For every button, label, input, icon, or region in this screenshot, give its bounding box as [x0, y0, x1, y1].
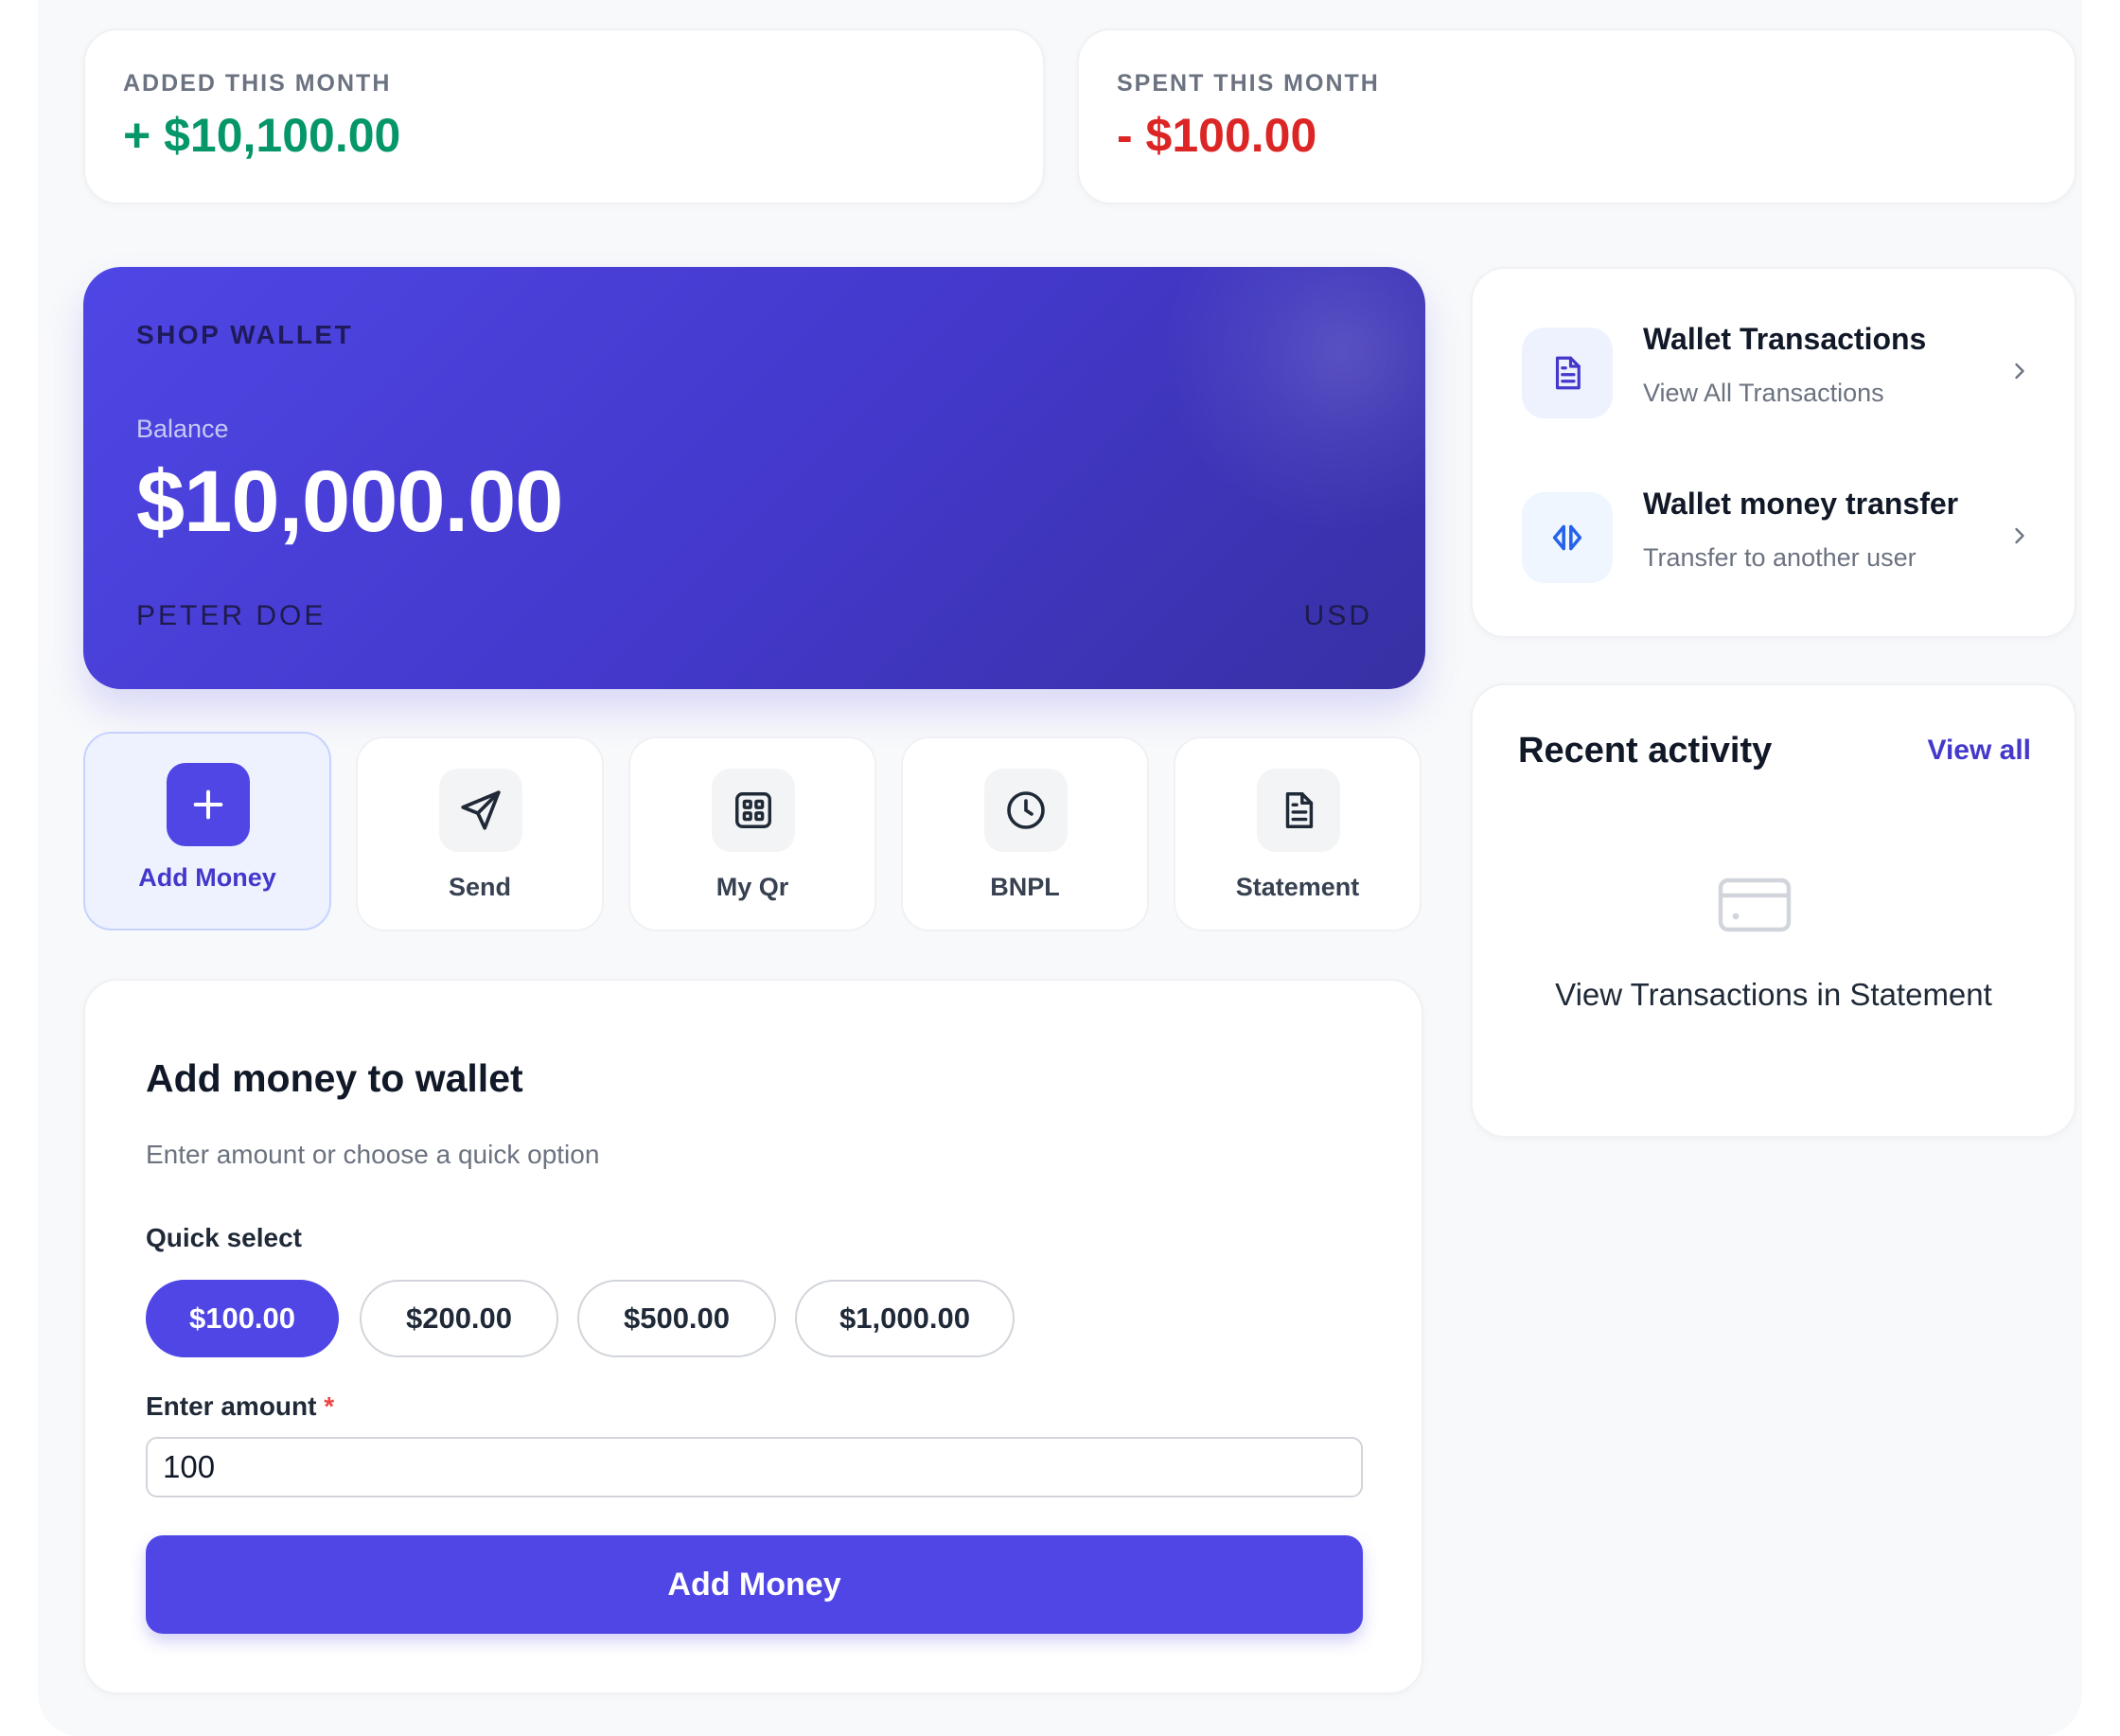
bnpl-action-label: BNPL [990, 873, 1060, 901]
spent-this-month-value: - $100.00 [1117, 109, 1317, 162]
form-subtitle: Enter amount or choose a quick option [146, 1140, 600, 1169]
my-qr-action[interactable]: My Qr [628, 736, 876, 931]
quick-option-500[interactable]: $500.00 [577, 1280, 776, 1357]
page-background: ADDED THIS MONTH + $10,100.00 SPENT THIS… [38, 0, 2082, 1736]
recent-activity-title: Recent activity [1518, 731, 1773, 771]
card-holder-name: PETER DOE [136, 600, 327, 631]
statement-action-label: Statement [1235, 873, 1360, 901]
document-icon [1257, 769, 1340, 852]
add-money-submit-button[interactable]: Add Money [146, 1535, 1363, 1634]
statement-action[interactable]: Statement [1174, 736, 1422, 931]
view-all-link[interactable]: View all [1927, 735, 2031, 767]
wallet-card: SHOP WALLET Balance $10,000.00 PETER DOE… [83, 267, 1425, 689]
transfer-arrows-icon [1522, 492, 1613, 583]
added-this-month-label: ADDED THIS MONTH [123, 70, 392, 97]
wallet-currency: USD [1303, 600, 1372, 631]
added-this-month-card: ADDED THIS MONTH + $10,100.00 [83, 28, 1045, 204]
quick-select-label: Quick select [146, 1223, 302, 1252]
wallet-transactions-subtitle: View All Transactions [1643, 379, 1884, 407]
quick-links-card: Wallet Transactions View All Transaction… [1471, 267, 2076, 638]
wallet-transactions-link[interactable]: Wallet Transactions View All Transaction… [1522, 322, 2024, 422]
chevron-right-icon [2015, 527, 2024, 544]
qr-grid-icon [712, 769, 795, 852]
chevron-right-icon [2015, 363, 2024, 380]
added-this-month-value: + $10,100.00 [123, 109, 401, 162]
card-icon [1718, 877, 1792, 932]
my-qr-action-label: My Qr [716, 873, 789, 901]
wallet-money-transfer-subtitle: Transfer to another user [1643, 543, 1917, 572]
send-action[interactable]: Send [356, 736, 604, 931]
wallet-transactions-title: Wallet Transactions [1643, 322, 1927, 356]
quick-option-200[interactable]: $200.00 [360, 1280, 558, 1357]
document-icon [1522, 328, 1613, 418]
spent-this-month-card: SPENT THIS MONTH - $100.00 [1077, 28, 2076, 204]
recent-activity-card: Recent activity View all View Transactio… [1471, 683, 2076, 1138]
quick-option-1000[interactable]: $1,000.00 [795, 1280, 1015, 1357]
balance-label: Balance [136, 415, 229, 443]
required-marker: * [324, 1391, 335, 1421]
spent-this-month-label: SPENT THIS MONTH [1117, 70, 1380, 97]
add-money-action-label: Add Money [138, 863, 276, 892]
wallet-money-transfer-link[interactable]: Wallet money transfer Transfer to anothe… [1522, 487, 2024, 587]
wallet-balance: $10,000.00 [136, 453, 563, 550]
plus-icon [167, 763, 250, 846]
add-money-action[interactable]: Add Money [83, 732, 331, 930]
amount-input[interactable] [146, 1437, 1363, 1497]
wallet-money-transfer-title: Wallet money transfer [1643, 487, 1959, 521]
paper-plane-icon [439, 769, 522, 852]
empty-state-text: View Transactions in Statement [1555, 977, 1992, 1012]
bnpl-action[interactable]: BNPL [901, 736, 1149, 931]
clock-icon [984, 769, 1068, 852]
amount-label: Enter amount * [146, 1391, 334, 1422]
quick-option-100[interactable]: $100.00 [146, 1280, 339, 1357]
add-money-form-card: Add money to wallet Enter amount or choo… [83, 979, 1423, 1694]
amount-label-text: Enter amount [146, 1391, 317, 1421]
wallet-name: SHOP WALLET [136, 320, 354, 349]
send-action-label: Send [448, 873, 511, 901]
form-title: Add money to wallet [146, 1056, 523, 1100]
